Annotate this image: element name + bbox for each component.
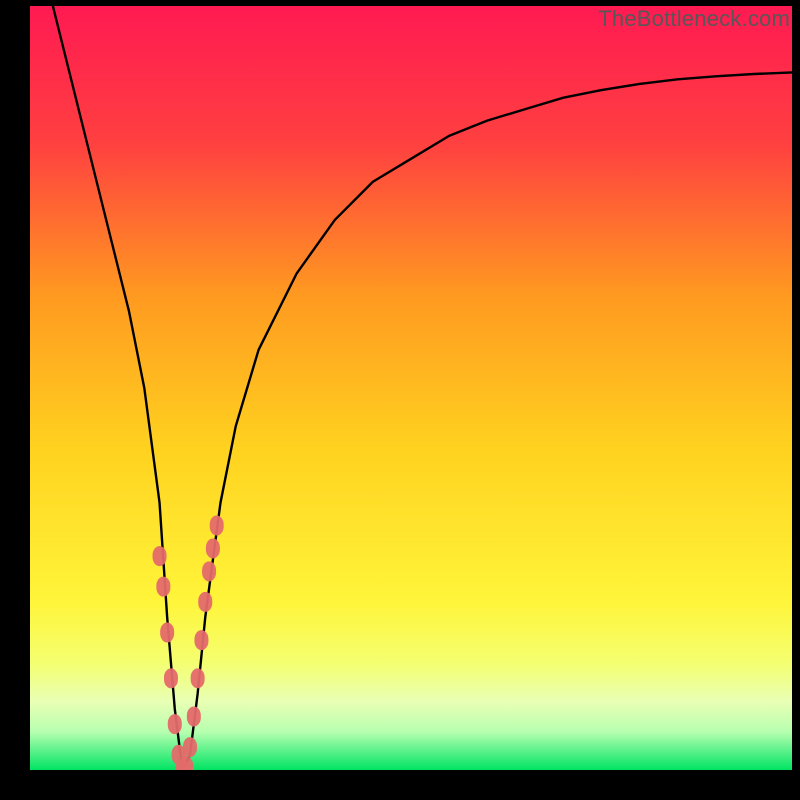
marker-dot (202, 561, 216, 581)
marker-dot (156, 577, 170, 597)
watermark-text: TheBottleneck.com (598, 6, 790, 32)
marker-dot (210, 516, 224, 536)
plot-area (30, 6, 792, 770)
marker-dot (187, 707, 201, 727)
marker-dot (198, 592, 212, 612)
marker-dot (153, 546, 167, 566)
marker-dot (206, 538, 220, 558)
chart-svg (30, 6, 792, 770)
marker-dot (191, 668, 205, 688)
marker-dot (194, 630, 208, 650)
marker-dot (183, 737, 197, 757)
marker-dot (160, 622, 174, 642)
marker-dot (164, 668, 178, 688)
marker-dot (168, 714, 182, 734)
chart-frame: TheBottleneck.com (0, 0, 800, 800)
